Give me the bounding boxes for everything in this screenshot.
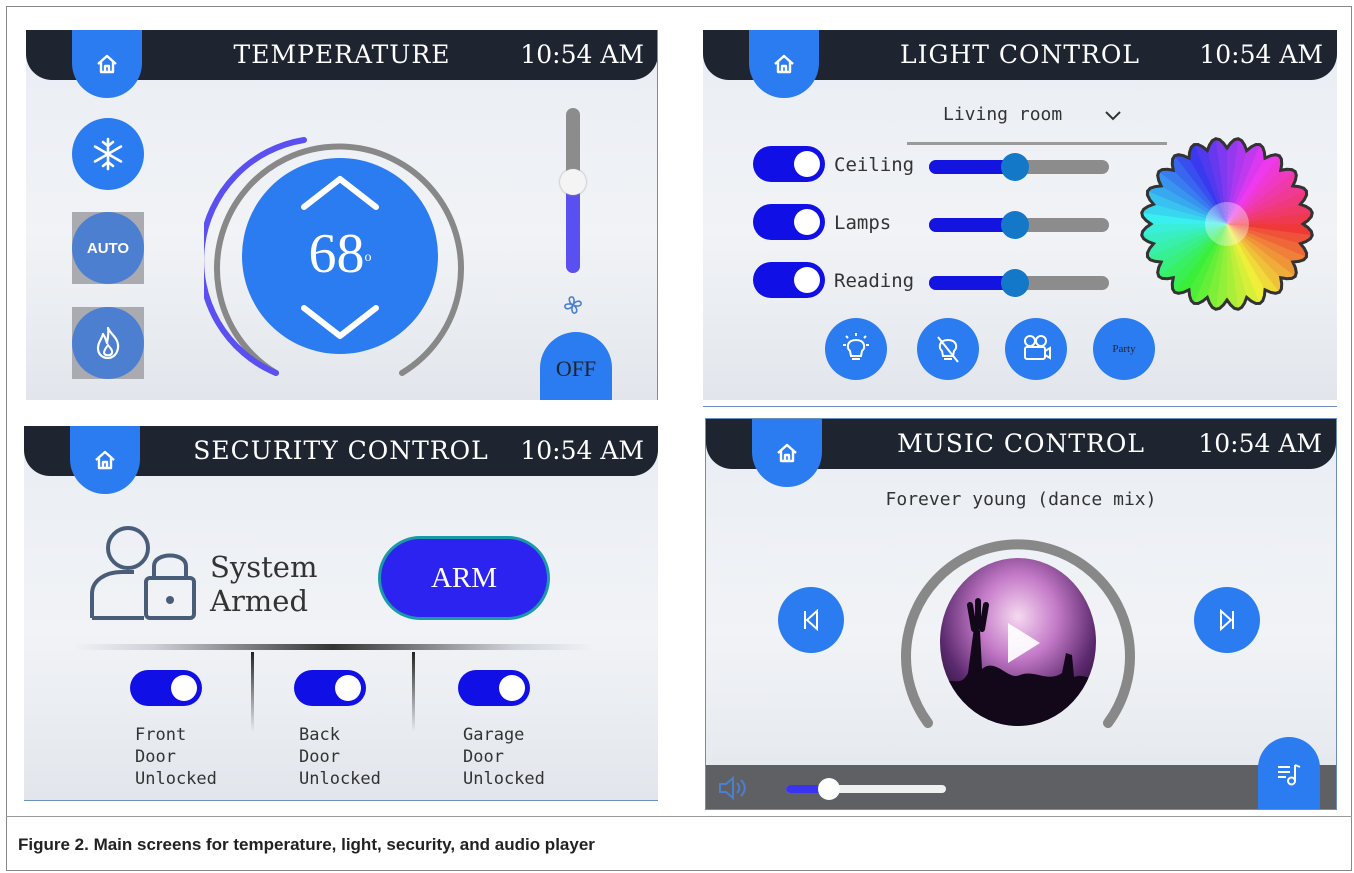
light-dimmer-knob[interactable] bbox=[1001, 211, 1030, 239]
home-button[interactable] bbox=[752, 419, 822, 487]
next-track-button[interactable] bbox=[1194, 587, 1260, 653]
fan-slider-fill bbox=[566, 182, 580, 273]
scene-movie-button[interactable] bbox=[1005, 318, 1067, 380]
auto-icon: AUTO bbox=[72, 212, 144, 284]
security-panel: SECURITY CONTROL 10:54 AM System Armed A… bbox=[24, 426, 658, 800]
door-status: Unlocked bbox=[299, 769, 381, 789]
door-status: Unlocked bbox=[463, 769, 545, 789]
home-button[interactable] bbox=[749, 30, 819, 98]
arm-button[interactable]: ARM bbox=[378, 536, 550, 620]
light-dimmer-knob[interactable] bbox=[1001, 269, 1030, 297]
door-lock-toggle[interactable] bbox=[130, 670, 202, 706]
system-status: System Armed bbox=[210, 550, 317, 618]
song-title: Forever young (dance mix) bbox=[885, 489, 1157, 510]
panel-divider bbox=[703, 406, 1337, 407]
movie-camera-icon bbox=[1024, 335, 1051, 360]
caption-rule bbox=[6, 816, 1352, 817]
panel-divider bbox=[657, 30, 658, 400]
clock: 10:54 AM bbox=[520, 40, 644, 69]
previous-track-button[interactable] bbox=[778, 587, 844, 653]
fan-off-button[interactable]: OFF bbox=[540, 332, 612, 400]
light-dimmer-knob[interactable] bbox=[1001, 153, 1030, 181]
color-wheel-center bbox=[1205, 202, 1249, 246]
fan-icon bbox=[564, 296, 582, 314]
door-type: Door bbox=[299, 747, 340, 767]
home-icon bbox=[777, 443, 797, 463]
playlist-button[interactable] bbox=[1258, 737, 1320, 809]
album-art bbox=[940, 558, 1096, 726]
door-name: Front bbox=[135, 725, 187, 745]
music-panel: MUSIC CONTROL 10:54 AM Forever young (da… bbox=[705, 418, 1337, 810]
user-lock-icon bbox=[90, 526, 196, 620]
light-label: Reading bbox=[834, 270, 915, 292]
light-label: Lamps bbox=[834, 212, 892, 234]
arm-label: ARM bbox=[430, 561, 498, 594]
setpoint-value: 68o bbox=[272, 224, 408, 284]
auto-label: AUTO bbox=[86, 239, 130, 257]
setpoint-number: 68 bbox=[308, 223, 365, 285]
door-divider bbox=[412, 652, 415, 732]
room-select-value: Living room bbox=[943, 104, 1063, 125]
status-line-1: System bbox=[210, 550, 318, 584]
figure-caption: Figure 2. Main screens for temperature, … bbox=[18, 835, 595, 854]
skip-previous-icon bbox=[804, 608, 818, 632]
scene-party-button[interactable]: Party bbox=[1093, 318, 1155, 380]
door-lock-toggle[interactable] bbox=[458, 670, 530, 706]
home-button[interactable] bbox=[72, 30, 142, 98]
auto-mode-button[interactable]: AUTO bbox=[72, 212, 144, 284]
door-name: Garage bbox=[463, 725, 525, 745]
scene-all-on-button[interactable] bbox=[825, 318, 887, 380]
cool-mode-button[interactable] bbox=[72, 118, 144, 190]
door-label: Back Door Unlocked bbox=[299, 724, 381, 790]
door-label: Front Door Unlocked bbox=[135, 724, 217, 790]
scene-all-off-button[interactable] bbox=[917, 318, 979, 380]
color-wheel[interactable] bbox=[1137, 134, 1317, 314]
light-dimmer-slider[interactable] bbox=[929, 269, 1109, 297]
home-icon bbox=[95, 450, 115, 470]
speaker-icon[interactable] bbox=[718, 775, 748, 801]
chevron-down-icon bbox=[1105, 111, 1121, 121]
home-button[interactable] bbox=[70, 426, 140, 494]
fan-slider-knob[interactable] bbox=[560, 169, 586, 196]
light-label: Ceiling bbox=[834, 154, 915, 176]
degree-symbol: o bbox=[364, 250, 372, 265]
door-type: Door bbox=[463, 747, 504, 767]
snowflake-icon bbox=[93, 137, 123, 171]
light-toggle[interactable] bbox=[753, 204, 825, 240]
light-dimmer-slider[interactable] bbox=[929, 153, 1109, 181]
skip-next-icon bbox=[1220, 608, 1234, 632]
room-select[interactable]: Living room bbox=[907, 96, 1167, 145]
status-line-2: Armed bbox=[210, 584, 309, 618]
light-dimmer-slider[interactable] bbox=[929, 211, 1109, 239]
door-divider bbox=[251, 652, 254, 732]
home-icon bbox=[774, 54, 794, 74]
temperature-panel: TEMPERATURE 10:54 AM AUTO 68o OFF bbox=[26, 30, 658, 400]
light-toggle[interactable] bbox=[753, 146, 825, 182]
light-panel: LIGHT CONTROL 10:54 AM Living room Ceili… bbox=[703, 30, 1337, 400]
clock: 10:54 AM bbox=[520, 436, 644, 465]
flame-icon bbox=[96, 326, 120, 360]
temp-up-button[interactable] bbox=[298, 173, 382, 213]
panel-divider bbox=[24, 800, 658, 801]
separator-line bbox=[74, 644, 592, 650]
heat-mode-button[interactable] bbox=[72, 307, 144, 379]
bulb-on-icon bbox=[843, 333, 869, 360]
temp-down-button[interactable] bbox=[298, 302, 382, 342]
bulb-off-icon bbox=[937, 336, 959, 363]
volume-slider[interactable] bbox=[786, 778, 946, 800]
fan-slider[interactable] bbox=[560, 108, 586, 273]
door-name: Back bbox=[299, 725, 340, 745]
door-label: Garage Door Unlocked bbox=[463, 724, 545, 790]
door-status: Unlocked bbox=[135, 769, 217, 789]
fan-off-label: OFF bbox=[555, 356, 597, 381]
playlist-icon bbox=[1278, 764, 1301, 786]
party-label: Party bbox=[1112, 343, 1136, 355]
door-type: Door bbox=[135, 747, 176, 767]
clock: 10:54 AM bbox=[1199, 40, 1323, 69]
door-lock-toggle[interactable] bbox=[294, 670, 366, 706]
home-icon bbox=[97, 54, 117, 74]
clock: 10:54 AM bbox=[1198, 429, 1322, 458]
light-toggle[interactable] bbox=[753, 262, 825, 298]
